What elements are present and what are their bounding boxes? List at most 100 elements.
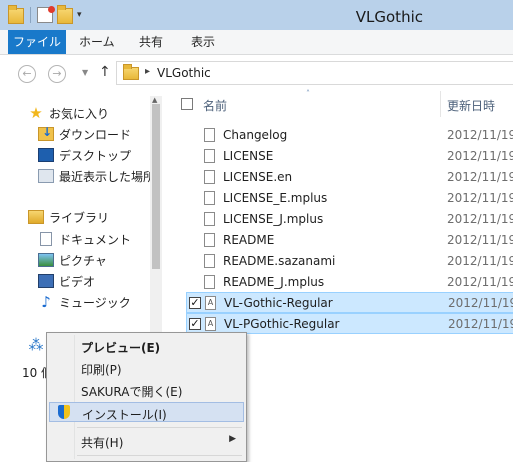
nav-item-label: ピクチャ <box>59 253 107 268</box>
file-row[interactable]: LICENSE_J.mplus 2012/11/19 <box>186 209 513 230</box>
nav-item-label: 最近表示した場所 <box>59 169 156 184</box>
file-row[interactable]: LICENSE_E.mplus 2012/11/19 <box>186 188 513 209</box>
nav-item-label: ミュージック <box>59 295 131 310</box>
file-icon <box>204 149 215 163</box>
menu-separator <box>77 455 242 456</box>
menu-item-print[interactable]: 印刷(P) <box>49 358 244 378</box>
file-name: LICENSE_J.mplus <box>223 212 324 226</box>
downloads-icon <box>38 125 54 141</box>
file-icon <box>204 233 215 247</box>
forward-button[interactable]: → <box>48 65 66 83</box>
file-row-selected[interactable]: ✓ A VL-PGothic-Regular 2012/11/19 <box>186 313 513 334</box>
file-name: README_J.mplus <box>223 275 325 289</box>
scroll-up-arrow-icon[interactable]: ▲ <box>152 96 157 104</box>
menu-item-preview[interactable]: プレビュー(E) <box>49 336 244 356</box>
nav-item-desktop[interactable]: デスクトップ <box>38 146 131 164</box>
videos-icon <box>38 274 54 288</box>
navigation-pane: ★ お気に入り ダウンロード デスクトップ 最近表示した場所 ライブラリ ドキュ… <box>0 91 163 354</box>
file-icon <box>204 191 215 205</box>
nav-favorites[interactable]: ★ お気に入り <box>28 104 109 122</box>
tab-file[interactable]: ファイル <box>8 30 66 54</box>
file-name: Changelog <box>223 128 288 142</box>
file-row[interactable]: LICENSE 2012/11/19 <box>186 146 513 167</box>
ribbon-tabs: ファイル ホーム 共有 表示 <box>0 30 513 55</box>
file-name: VL-Gothic-Regular <box>224 296 333 310</box>
nav-item-downloads[interactable]: ダウンロード <box>38 125 131 143</box>
tab-share[interactable]: 共有 <box>139 30 163 54</box>
nav-item-videos[interactable]: ビデオ <box>38 272 95 290</box>
pictures-icon <box>38 253 54 267</box>
network-icon: ⁂ <box>28 336 44 354</box>
nav-item-documents[interactable]: ドキュメント <box>38 230 131 248</box>
file-date: 2012/11/19 <box>447 128 513 142</box>
column-date-modified[interactable]: 更新日時 <box>447 97 495 114</box>
nav-libraries[interactable]: ライブラリ <box>28 208 109 226</box>
file-name: LICENSE.en <box>223 170 293 184</box>
file-icon <box>204 254 215 268</box>
file-name: LICENSE_E.mplus <box>223 191 328 205</box>
file-name: README <box>223 233 275 247</box>
menu-item-open-with-sakura[interactable]: SAKURAで開く(E) <box>49 380 244 400</box>
nav-item-label: ビデオ <box>59 274 96 289</box>
file-date: 2012/11/19 <box>447 212 513 226</box>
file-date: 2012/11/19 <box>447 275 513 289</box>
file-row[interactable]: README.sazanami 2012/11/19 <box>186 251 513 272</box>
nav-favorites-label: お気に入り <box>49 106 110 121</box>
nav-network[interactable]: ⁂ <box>28 336 44 354</box>
breadcrumb-chevron-icon[interactable]: ▸ <box>145 66 150 77</box>
menu-item-label: 印刷(P) <box>81 363 122 377</box>
column-divider[interactable] <box>440 91 441 117</box>
file-date: 2012/11/19 <box>447 149 513 163</box>
file-row-selected[interactable]: ✓ A VL-Gothic-Regular 2012/11/19 <box>186 292 513 313</box>
documents-icon <box>40 232 52 246</box>
tab-home[interactable]: ホーム <box>79 30 115 54</box>
nav-item-label: ドキュメント <box>59 232 132 247</box>
file-icon <box>204 128 215 142</box>
nav-item-label: ダウンロード <box>59 127 132 142</box>
file-name: README.sazanami <box>223 254 336 268</box>
font-file-icon: A <box>205 296 216 310</box>
navigation-scrollbar[interactable]: ▲ <box>150 96 162 356</box>
file-row[interactable]: README_J.mplus 2012/11/19 <box>186 272 513 293</box>
file-date: 2012/11/19 <box>447 170 513 184</box>
file-date: 2012/11/19 <box>447 233 513 247</box>
select-all-checkbox[interactable] <box>181 98 193 110</box>
recent-locations-dropdown-icon[interactable]: ▼ <box>82 68 88 77</box>
nav-item-label: デスクトップ <box>59 148 132 163</box>
submenu-arrow-icon: ▶ <box>229 434 236 444</box>
nav-item-recent-places[interactable]: 最近表示した場所 <box>38 167 155 185</box>
up-arrow-icon[interactable]: ↑ <box>99 64 111 80</box>
tab-view[interactable]: 表示 <box>191 30 215 54</box>
file-icon <box>204 170 215 184</box>
file-name: VL-PGothic-Regular <box>224 317 340 331</box>
nav-item-music[interactable]: ♪ ミュージック <box>38 293 131 311</box>
address-bar[interactable]: ▸ VLGothic <box>116 61 513 85</box>
breadcrumb-vlgothic[interactable]: VLGothic <box>157 66 211 80</box>
menu-item-label: SAKURAで開く(E) <box>81 385 183 399</box>
row-checkbox[interactable]: ✓ <box>189 297 201 309</box>
column-header: 名前 ˄ 更新日時 <box>170 89 513 117</box>
back-button[interactable]: ← <box>18 65 36 83</box>
nav-item-pictures[interactable]: ピクチャ <box>38 251 107 269</box>
file-list: 名前 ˄ 更新日時 Changelog 2012/11/19 LICENSE 2… <box>170 89 513 351</box>
file-name: LICENSE <box>223 149 274 163</box>
menu-item-install[interactable]: インストール(I) <box>49 402 244 422</box>
column-name[interactable]: 名前 <box>203 97 227 114</box>
menu-item-label: プレビュー(E) <box>81 341 161 355</box>
uac-shield-icon <box>58 405 70 419</box>
file-row[interactable]: README 2012/11/19 <box>186 230 513 251</box>
row-checkbox[interactable]: ✓ <box>189 318 201 330</box>
scrollbar-thumb[interactable] <box>152 104 160 269</box>
file-row[interactable]: Changelog 2012/11/19 <box>186 125 513 146</box>
context-menu: プレビュー(E) 印刷(P) SAKURAで開く(E) インストール(I) 共有… <box>46 332 247 462</box>
libraries-icon <box>28 210 44 224</box>
file-date: 2012/11/19 <box>448 317 513 331</box>
file-date: 2012/11/19 <box>447 254 513 268</box>
menu-item-share[interactable]: 共有(H) ▶ <box>49 431 244 451</box>
file-row[interactable]: LICENSE.en 2012/11/19 <box>186 167 513 188</box>
nav-libraries-label: ライブラリ <box>49 210 110 225</box>
desktop-icon <box>38 148 54 162</box>
window-title: VLGothic <box>355 8 423 26</box>
menu-separator <box>77 427 242 428</box>
sort-ascending-icon: ˄ <box>306 89 310 98</box>
